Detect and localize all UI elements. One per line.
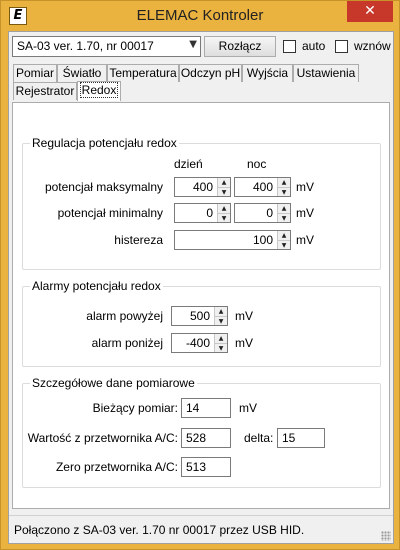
tab-temperatura[interactable]: Temperatura — [107, 64, 179, 82]
max-day-spinner[interactable]: 400 ▲ ▼ — [174, 177, 231, 197]
min-night-spinner[interactable]: 0 ▲ ▼ — [234, 203, 291, 223]
max-potential-label: potencjał maksymalny — [44, 180, 163, 194]
status-text: Połączono z SA-03 ver. 1.70 nr 00017 prz… — [14, 523, 305, 537]
alarm-low-label: alarm poniżej — [91, 336, 163, 350]
unit-label: mV — [296, 180, 314, 194]
up-arrow-icon[interactable]: ▲ — [278, 178, 290, 187]
device-select-value: SA-03 ver. 1.70, nr 00017 — [17, 39, 154, 53]
min-day-value[interactable]: 0 — [175, 204, 216, 222]
tab-odczyn-ph[interactable]: Odczyn pH — [179, 64, 242, 82]
title-bar[interactable]: E ELEMAC Kontroler ✕ — [1, 1, 399, 31]
tab-rejestrator[interactable]: Rejestrator — [13, 82, 77, 100]
tab-swiatlo[interactable]: Światło — [57, 64, 107, 82]
unit-label: mV — [296, 206, 314, 220]
down-arrow-icon[interactable]: ▼ — [278, 240, 290, 249]
adc-value-label: Wartość z przetwornika A/C: — [27, 431, 178, 445]
down-arrow-icon[interactable]: ▼ — [278, 213, 290, 222]
down-arrow-icon[interactable]: ▼ — [215, 316, 227, 325]
up-arrow-icon[interactable]: ▲ — [215, 307, 227, 316]
min-potential-label: potencjał minimalny — [57, 206, 163, 220]
alarms-group: Alarmy potencjału redox alarm powyżej 50… — [22, 279, 381, 367]
auto-label: auto — [302, 39, 326, 53]
tab-ustawienia[interactable]: Ustawienia — [293, 64, 359, 82]
adc-zero-label: Zero przetwornika A/C: — [55, 460, 178, 474]
min-night-value[interactable]: 0 — [235, 204, 276, 222]
close-button[interactable]: ✕ — [347, 1, 393, 22]
current-measurement-label: Bieżący pomiar: — [92, 401, 178, 415]
alarms-title: Alarmy potencjału redox — [30, 279, 163, 293]
up-arrow-icon[interactable]: ▲ — [218, 204, 230, 213]
resize-grip-icon[interactable] — [381, 531, 391, 541]
current-measurement-field: 14 — [181, 398, 231, 418]
details-group: Szczegółowe dane pomiarowe Bieżący pomia… — [22, 376, 381, 488]
min-day-spinner[interactable]: 0 ▲ ▼ — [174, 203, 231, 223]
up-arrow-icon[interactable]: ▲ — [218, 178, 230, 187]
up-arrow-icon[interactable]: ▲ — [278, 204, 290, 213]
tab-wyjscia[interactable]: Wyjścia — [242, 64, 293, 82]
alarm-low-value[interactable]: -400 — [172, 334, 213, 352]
unit-label: mV — [235, 336, 253, 350]
chevron-down-icon[interactable]: ▼ — [189, 39, 197, 50]
redox-page: Regulacja potencjału redox dzień noc pot… — [12, 102, 390, 509]
max-night-value[interactable]: 400 — [235, 178, 276, 196]
alarm-high-spinner[interactable]: 500 ▲ ▼ — [171, 306, 228, 326]
up-arrow-icon[interactable]: ▲ — [215, 334, 227, 343]
regulation-title: Regulacja potencjału redox — [30, 136, 179, 150]
adc-value-field: 528 — [181, 428, 231, 448]
hysteresis-spinner[interactable]: 100 ▲ ▼ — [174, 230, 291, 250]
tab-redox[interactable]: Redox — [77, 81, 121, 101]
details-title: Szczegółowe dane pomiarowe — [30, 376, 197, 390]
alarm-high-label: alarm powyżej — [86, 309, 163, 323]
delta-field: 15 — [277, 428, 325, 448]
window-title: ELEMAC Kontroler — [136, 7, 264, 24]
delta-label: delta: — [244, 431, 274, 445]
unit-label: mV — [239, 401, 257, 415]
disconnect-button[interactable]: Rozłącz — [204, 36, 276, 57]
column-night: noc — [247, 157, 267, 171]
hysteresis-label: histereza — [114, 233, 163, 247]
adc-zero-field: 513 — [181, 457, 231, 477]
max-night-spinner[interactable]: 400 ▲ ▼ — [234, 177, 291, 197]
auto-checkbox[interactable] — [283, 40, 296, 53]
unit-label: mV — [296, 233, 314, 247]
tab-pomiar[interactable]: Pomiar — [13, 64, 57, 82]
resume-label: wznów — [354, 39, 391, 53]
down-arrow-icon[interactable]: ▼ — [218, 213, 230, 222]
resume-checkbox[interactable] — [335, 40, 348, 53]
tab-redox-label: Redox — [79, 82, 119, 98]
max-day-value[interactable]: 400 — [175, 178, 216, 196]
unit-label: mV — [235, 309, 253, 323]
alarm-low-spinner[interactable]: -400 ▲ ▼ — [171, 333, 228, 353]
column-day: dzień — [174, 157, 203, 171]
down-arrow-icon[interactable]: ▼ — [278, 187, 290, 196]
status-bar: Połączono z SA-03 ver. 1.70 nr 00017 prz… — [9, 515, 393, 543]
regulation-group: Regulacja potencjału redox dzień noc pot… — [22, 136, 381, 270]
up-arrow-icon[interactable]: ▲ — [278, 231, 290, 240]
hysteresis-value[interactable]: 100 — [175, 231, 276, 249]
alarm-high-value[interactable]: 500 — [172, 307, 213, 325]
down-arrow-icon[interactable]: ▼ — [215, 343, 227, 352]
client-area: SA-03 ver. 1.70, nr 00017 ▼ Rozłącz auto… — [8, 31, 394, 544]
down-arrow-icon[interactable]: ▼ — [218, 187, 230, 196]
device-select[interactable]: SA-03 ver. 1.70, nr 00017 ▼ — [12, 36, 201, 57]
app-window: E ELEMAC Kontroler ✕ SA-03 ver. 1.70, nr… — [0, 0, 400, 550]
